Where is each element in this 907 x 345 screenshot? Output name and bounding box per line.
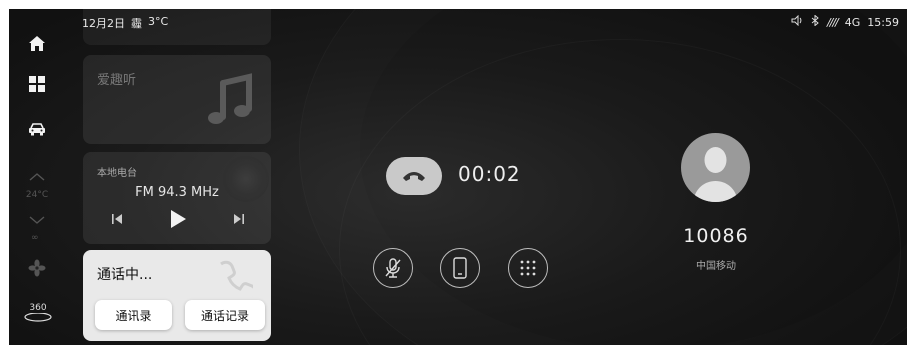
network-type: 4G [844, 15, 861, 29]
home-button[interactable] [26, 34, 48, 56]
phone-hangup-icon [403, 172, 425, 181]
bluetooth-icon [811, 14, 820, 29]
apps-icon [29, 76, 45, 96]
music-card[interactable]: 爱趣听 [83, 55, 271, 144]
switch-to-handset-button[interactable] [440, 248, 480, 288]
call-duration: 00:02 [458, 162, 521, 186]
signal-strength: //// [826, 15, 839, 29]
camera-360-button[interactable]: 360 [23, 303, 53, 327]
camera-360-label: 360 [29, 303, 47, 313]
caller-avatar [681, 133, 750, 202]
orbit-icon [24, 312, 52, 322]
clock: 15:59 [867, 15, 899, 29]
fan-button[interactable] [26, 259, 48, 281]
left-nav-rail: 24°C ∞ 360 [9, 9, 64, 345]
home-icon [28, 35, 46, 56]
radio-frequency: FM 94.3 MHz [135, 185, 219, 200]
collapsed-card[interactable] [83, 9, 271, 45]
mic-off-icon [385, 258, 401, 278]
play-button[interactable] [167, 209, 189, 229]
vehicle-button[interactable] [26, 119, 48, 141]
contacts-button[interactable]: 通讯录 [95, 300, 172, 330]
call-card[interactable]: 通话中... 通讯录 通话记录 [83, 250, 271, 341]
radio-card[interactable]: 本地电台 FM 94.3 MHz [83, 152, 271, 244]
skip-next-icon [234, 214, 244, 224]
cabin-temperature: 24°C [25, 190, 49, 200]
call-history-button[interactable]: 通话记录 [185, 300, 265, 330]
apps-button[interactable] [26, 75, 48, 97]
dialpad-icon [520, 260, 536, 276]
fan-mode-indicator: ∞ [31, 233, 39, 243]
mute-button[interactable] [373, 248, 413, 288]
dialpad-button[interactable] [508, 248, 548, 288]
car-infotainment-screen: 12月2日 霾 3°C //// 4G 15:59 24°C ∞ 360 爱趣听… [9, 9, 907, 345]
skip-previous-icon [112, 214, 122, 224]
radio-card-title: 本地电台 [97, 168, 137, 179]
previous-station-button[interactable] [107, 209, 127, 229]
play-icon [171, 210, 186, 228]
caller-carrier: 中国移动 [696, 261, 736, 272]
caller-number: 10086 [683, 225, 749, 247]
music-card-title: 爱趣听 [97, 73, 137, 88]
hangup-button[interactable] [386, 157, 442, 195]
temperature-down-icon[interactable] [28, 215, 46, 225]
phone-watermark-icon [220, 260, 253, 297]
status-bar-right: //// 4G 15:59 [791, 14, 899, 29]
next-station-button[interactable] [229, 209, 249, 229]
person-icon [693, 147, 738, 202]
volume-icon [791, 14, 804, 29]
temperature-up-icon[interactable] [28, 172, 46, 182]
phone-device-icon [453, 257, 467, 279]
music-note-icon [208, 73, 252, 124]
car-icon [28, 121, 46, 140]
fan-icon [28, 259, 46, 281]
call-status: 通话中... [97, 267, 153, 283]
